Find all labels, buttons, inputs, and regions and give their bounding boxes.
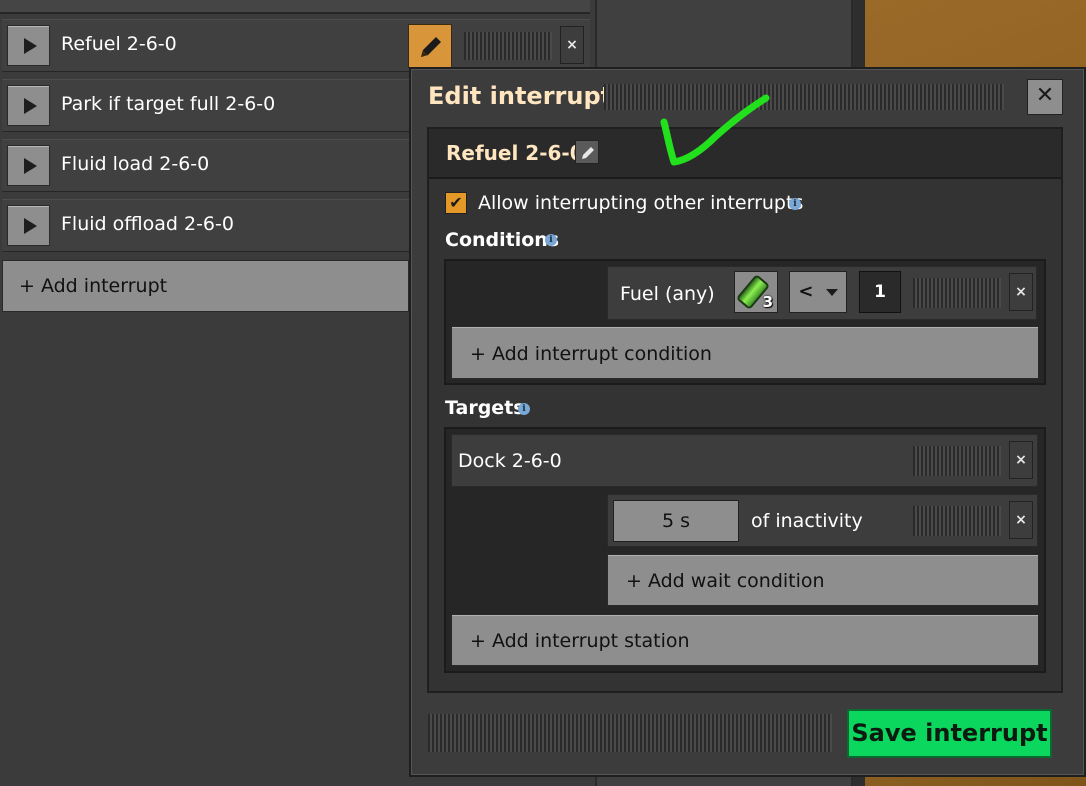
wait-condition-label: of inactivity <box>751 510 863 532</box>
fuel-item-slot[interactable]: 3 <box>734 271 778 313</box>
add-station-label: + Add interrupt station <box>470 630 690 652</box>
add-interrupt-condition-button[interactable]: + Add interrupt condition <box>451 326 1039 379</box>
comparator-value: < <box>798 281 814 302</box>
drag-handle[interactable] <box>464 32 552 60</box>
pencil-icon <box>582 147 594 159</box>
item-count: 3 <box>762 293 773 311</box>
allow-interrupting-label: Allow interrupting other interrupts <box>478 192 804 214</box>
condition-drag-handle[interactable] <box>913 278 1001 308</box>
targets-heading: Targets <box>445 397 525 419</box>
interrupt-row-refuel[interactable]: Refuel 2-6-0 × <box>2 19 590 72</box>
add-interrupt-button[interactable]: + Add interrupt <box>2 260 409 312</box>
save-interrupt-button[interactable]: Save interrupt <box>847 709 1052 758</box>
checkmark-annotation-icon <box>660 94 770 166</box>
interrupt-label: Fluid load 2-6-0 <box>61 153 210 175</box>
condition-value-input[interactable]: 1 <box>859 271 901 313</box>
station-drag-handle[interactable] <box>913 446 1001 476</box>
interrupt-row-fluid-load[interactable]: Fluid load 2-6-0 <box>2 139 409 192</box>
info-icon[interactable]: i <box>545 234 557 246</box>
chevron-down-icon <box>825 288 838 296</box>
station-name: Dock 2-6-0 <box>458 450 562 472</box>
comparator-dropdown[interactable]: < <box>789 271 847 313</box>
info-icon[interactable]: i <box>789 198 801 210</box>
interrupt-label: Park if target full 2-6-0 <box>61 93 276 115</box>
remove-wait-condition-button[interactable]: × <box>1009 501 1033 539</box>
remove-interrupt-button[interactable]: × <box>560 26 584 64</box>
add-interrupt-station-button[interactable]: + Add interrupt station <box>451 614 1039 666</box>
play-icon[interactable] <box>7 205 50 246</box>
wait-drag-handle[interactable] <box>913 506 1001 536</box>
condition-label: Fuel (any) <box>620 283 715 305</box>
play-icon[interactable] <box>7 25 50 66</box>
add-condition-label: + Add interrupt condition <box>470 343 712 365</box>
interrupt-row-fluid-offload[interactable]: Fluid offload 2-6-0 <box>2 199 409 252</box>
edit-interrupt-button[interactable] <box>408 24 452 68</box>
play-icon[interactable] <box>7 145 50 186</box>
add-wait-label: + Add wait condition <box>626 570 825 592</box>
wait-time-input[interactable]: 5 s <box>613 500 739 542</box>
conditions-heading: Conditions <box>445 229 560 251</box>
interrupt-row-park[interactable]: Park if target full 2-6-0 <box>2 79 409 132</box>
remove-station-button[interactable]: × <box>1009 441 1033 479</box>
play-icon[interactable] <box>7 85 50 126</box>
interrupt-label: Fluid offload 2-6-0 <box>61 213 234 235</box>
add-interrupt-label: + Add interrupt <box>19 275 168 297</box>
info-icon[interactable]: i <box>518 403 530 415</box>
close-button[interactable]: ✕ <box>1027 79 1063 115</box>
pencil-icon <box>421 37 441 57</box>
remove-condition-button[interactable]: × <box>1009 273 1033 311</box>
list-top-strip <box>0 0 590 14</box>
footer-drag-handle[interactable] <box>428 714 832 752</box>
interrupt-label: Refuel 2-6-0 <box>61 33 177 55</box>
dialog-title: Edit interrupt <box>428 82 613 110</box>
allow-interrupting-checkbox[interactable]: ✔ <box>445 192 467 214</box>
rename-button[interactable] <box>575 140 599 164</box>
interrupt-name: Refuel 2-6-0 <box>446 141 584 165</box>
add-wait-condition-button[interactable]: + Add wait condition <box>607 554 1039 606</box>
